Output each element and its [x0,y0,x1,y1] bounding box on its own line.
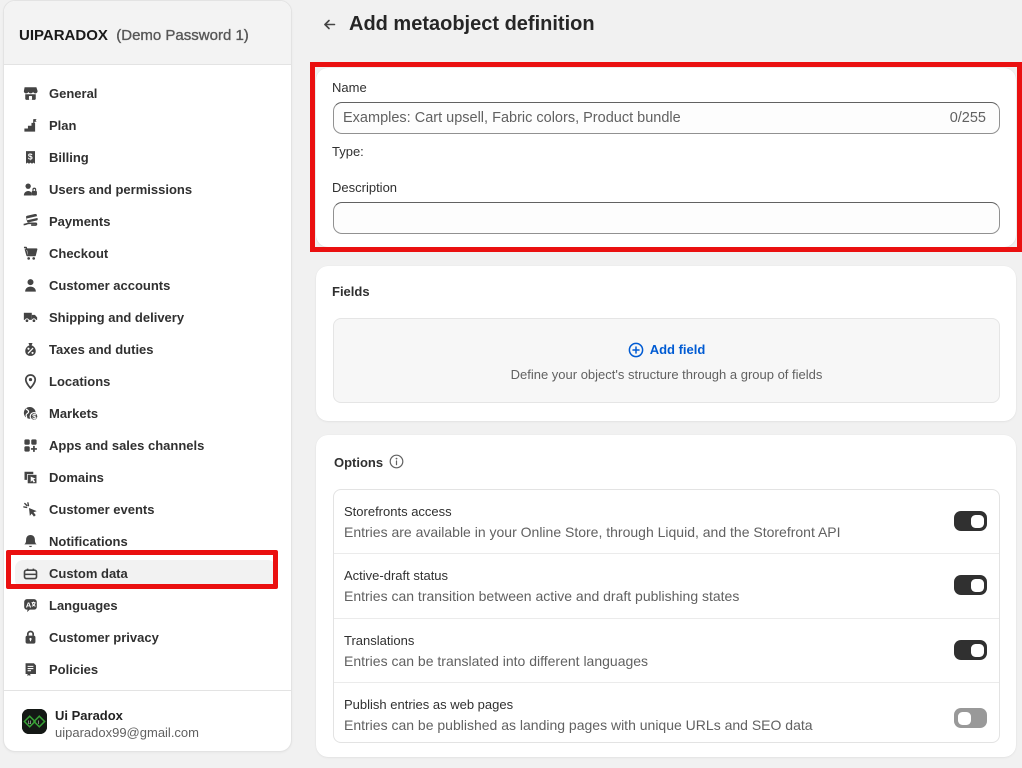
svg-text:ı: ı [38,719,40,726]
svg-text:$: $ [28,151,33,161]
svg-text:$: $ [32,412,37,421]
svg-text:A: A [26,600,32,609]
svg-text:u: u [28,719,32,726]
